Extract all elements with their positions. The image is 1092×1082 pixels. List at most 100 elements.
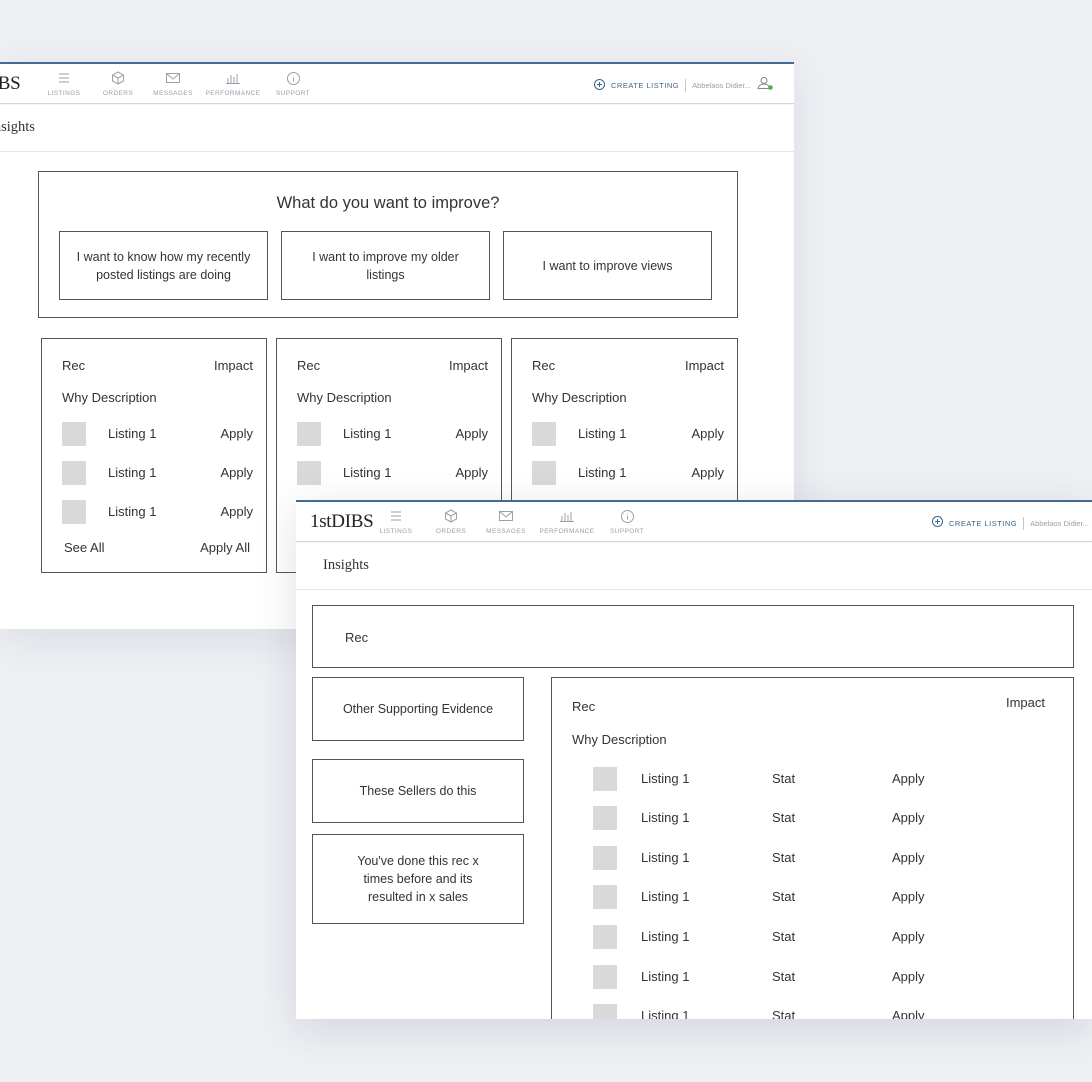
page-title: Insights — [0, 119, 35, 135]
listing-name[interactable]: Listing 1 — [343, 465, 391, 480]
listing-stat: Stat — [772, 771, 796, 786]
divider — [685, 79, 687, 92]
rec-label: Rec — [532, 358, 556, 373]
apply-button[interactable]: Apply — [892, 889, 925, 904]
apply-button[interactable]: Apply — [892, 771, 925, 786]
nav-item-support[interactable]: SUPPORT — [595, 507, 659, 535]
listing-name[interactable]: Listing 1 — [578, 465, 626, 480]
rec-label: Rec — [297, 358, 321, 373]
apply-button[interactable]: Apply — [220, 465, 253, 480]
rec-detail-panel: Rec Impact Why Description Listing 1 Sta… — [551, 677, 1074, 1019]
apply-button[interactable]: Apply — [220, 426, 253, 441]
box-icon — [444, 507, 458, 525]
apply-button[interactable]: Apply — [455, 426, 488, 441]
list-icon — [58, 69, 70, 87]
listing-name[interactable]: Listing 1 — [641, 810, 689, 825]
user-icon[interactable] — [757, 76, 773, 95]
logo[interactable]: 1stDIBS — [0, 73, 21, 95]
listing-thumbnail — [593, 1004, 617, 1019]
listing-thumbnail — [593, 925, 617, 949]
nav-label: LISTINGS — [379, 528, 413, 535]
apply-button[interactable]: Apply — [892, 1008, 925, 1019]
impact-label: Impact — [1005, 695, 1045, 710]
nav-item-performance[interactable]: PERFORMANCE — [535, 507, 599, 535]
nav-right: CREATE LISTING Abbelaos Didier... — [932, 514, 1089, 532]
box-icon — [111, 69, 125, 87]
see-all-link[interactable]: See All — [64, 540, 104, 555]
listing-name[interactable]: Listing 1 — [343, 426, 391, 441]
listing-name[interactable]: Listing 1 — [641, 850, 689, 865]
rec-banner: Rec — [312, 605, 1074, 668]
apply-button[interactable]: Apply — [691, 426, 724, 441]
apply-button[interactable]: Apply — [691, 465, 724, 480]
listing-thumbnail — [593, 806, 617, 830]
improve-panel: What do you want to improve? I want to k… — [38, 171, 738, 318]
nav-item-messages[interactable]: MESSAGES — [141, 69, 205, 97]
listing-name[interactable]: Listing 1 — [641, 1008, 689, 1019]
listing-stat: Stat — [772, 969, 796, 984]
listing-thumbnail — [532, 422, 556, 446]
bar-chart-icon — [226, 69, 240, 87]
nav-right: CREATE LISTING Abbelaos Didier... — [594, 76, 773, 95]
rec-label: Rec — [572, 699, 596, 714]
plus-circle-icon[interactable] — [932, 514, 943, 532]
listing-name[interactable]: Listing 1 — [641, 929, 689, 944]
user-name[interactable]: Abbelaos Didier... — [1030, 519, 1089, 528]
nav-label: SUPPORT — [609, 528, 645, 535]
listing-stat: Stat — [772, 929, 796, 944]
listing-name[interactable]: Listing 1 — [108, 504, 156, 519]
impact-label: Impact — [684, 358, 724, 373]
page-header: Insights — [296, 543, 1092, 590]
apply-all-button[interactable]: Apply All — [200, 540, 250, 555]
listing-thumbnail — [593, 767, 617, 791]
info-icon — [620, 507, 634, 525]
listing-name[interactable]: Listing 1 — [108, 426, 156, 441]
listing-thumbnail — [297, 422, 321, 446]
listing-thumbnail — [62, 461, 86, 485]
create-listing-link[interactable]: CREATE LISTING — [611, 81, 679, 90]
apply-button[interactable]: Apply — [892, 929, 925, 944]
apply-button[interactable]: Apply — [455, 465, 488, 480]
past-rec-results-card[interactable]: You've done this rec x times before and … — [312, 834, 524, 924]
nav-label: LISTINGS — [47, 90, 81, 97]
envelope-icon — [499, 507, 513, 525]
listing-name[interactable]: Listing 1 — [108, 465, 156, 480]
page-title: Insights — [323, 557, 369, 573]
nav-label: PERFORMANCE — [539, 528, 595, 535]
listing-thumbnail — [593, 885, 617, 909]
nav-label: MESSAGES — [486, 528, 526, 535]
supporting-evidence-card[interactable]: Other Supporting Evidence — [312, 677, 524, 741]
nav-label: ORDERS — [102, 90, 134, 97]
create-listing-link[interactable]: CREATE LISTING — [949, 519, 1017, 528]
apply-button[interactable]: Apply — [892, 810, 925, 825]
nav-label: MESSAGES — [153, 90, 193, 97]
apply-button[interactable]: Apply — [892, 850, 925, 865]
sellers-do-this-card[interactable]: These Sellers do this — [312, 759, 524, 823]
rec-card: Rec Impact Why Description Listing 1 App… — [41, 338, 267, 573]
top-nav: 1stDIBS LISTINGS ORDERS MESSAGES PERFORM… — [296, 500, 1092, 542]
listing-name[interactable]: Listing 1 — [641, 969, 689, 984]
listing-name[interactable]: Listing 1 — [641, 889, 689, 904]
listing-name[interactable]: Listing 1 — [578, 426, 626, 441]
rec-banner-label: Rec — [345, 630, 369, 645]
nav-item-messages[interactable]: MESSAGES — [474, 507, 538, 535]
nav-label: PERFORMANCE — [205, 90, 261, 97]
user-name[interactable]: Abbelaos Didier... — [692, 81, 751, 90]
nav-item-performance[interactable]: PERFORMANCE — [201, 69, 265, 97]
envelope-icon — [166, 69, 180, 87]
apply-button[interactable]: Apply — [892, 969, 925, 984]
listing-name[interactable]: Listing 1 — [641, 771, 689, 786]
listing-stat: Stat — [772, 889, 796, 904]
listing-stat: Stat — [772, 810, 796, 825]
nav-item-support[interactable]: SUPPORT — [261, 69, 325, 97]
improve-question: What do you want to improve? — [276, 194, 500, 212]
plus-circle-icon[interactable] — [594, 77, 605, 95]
info-icon — [286, 69, 300, 87]
improve-option-older[interactable]: I want to improve my older listings — [281, 231, 490, 300]
apply-button[interactable]: Apply — [220, 504, 253, 519]
listing-thumbnail — [593, 965, 617, 989]
divider — [1023, 516, 1025, 530]
listing-thumbnail — [62, 422, 86, 446]
improve-option-views[interactable]: I want to improve views — [503, 231, 712, 300]
improve-option-recent[interactable]: I want to know how my recently posted li… — [59, 231, 268, 300]
